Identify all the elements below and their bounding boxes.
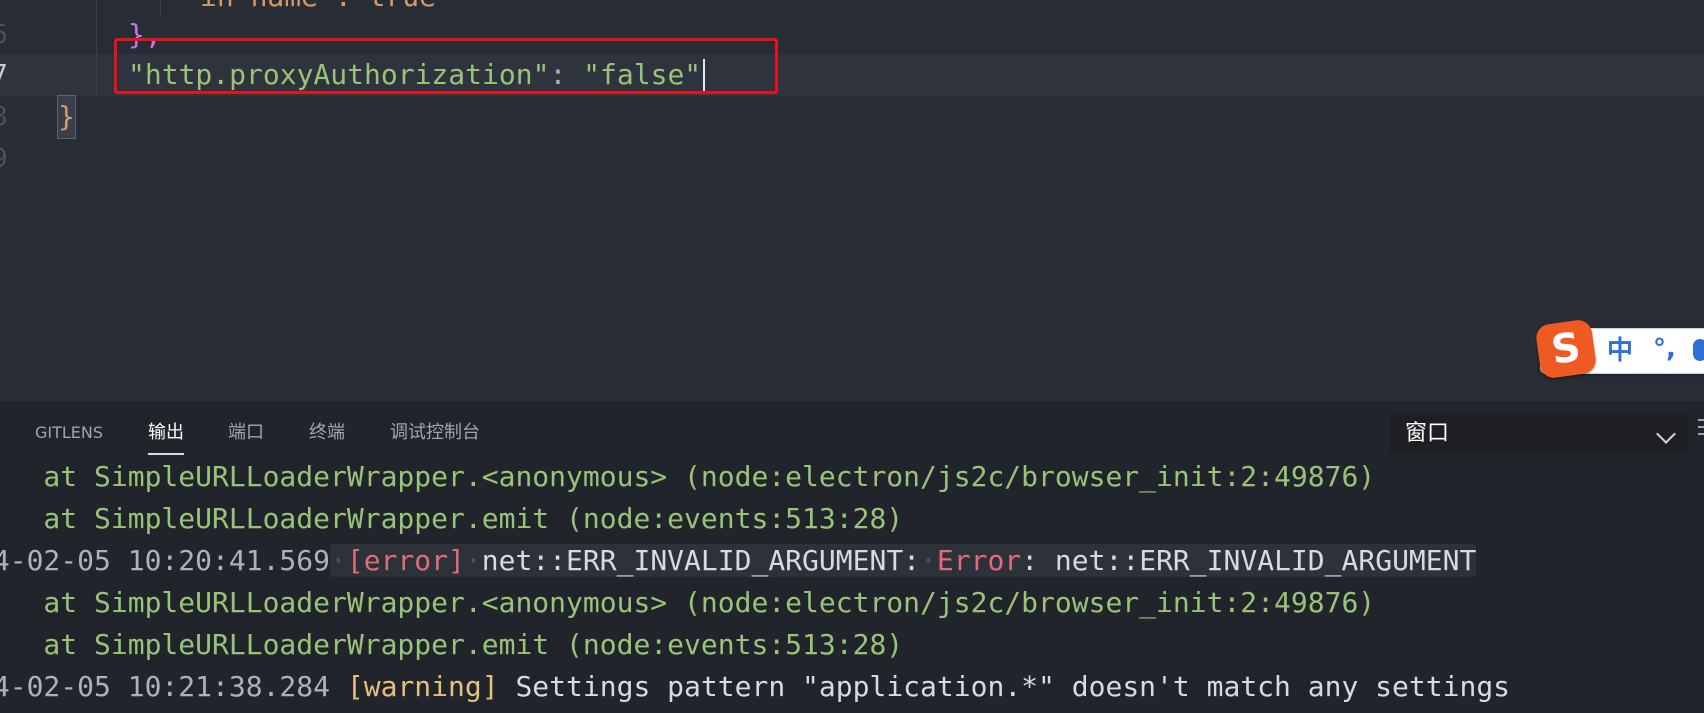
log-line: at SimpleURLLoaderWrapper.<anonymous> (n… [0,586,1376,619]
sogou-logo-icon[interactable]: S [1534,318,1598,380]
log-level-warning: [warning] [346,670,499,703]
closing-brace: }, [128,18,162,51]
log-timestamp: 24-02-05 10:20:41.569 [0,544,331,577]
log-line: at SimpleURLLoaderWrapper.emit (node:eve… [0,502,904,535]
tab-output[interactable]: 输出 [148,419,184,455]
code-setting-entry[interactable]: "http.proxyAuthorization": "false" [128,54,706,96]
vscode-window: in-name : true 6 }, 7 "http.proxyAuthori… [0,0,1704,713]
log-message: net::ERR_INVALID_ARGUMENT: [481,544,921,577]
line-number: 8 [0,96,12,138]
code-editor[interactable]: in-name : true 6 }, 7 "http.proxyAuthori… [0,0,1704,402]
output-channel-value: 窗口 [1405,421,1450,446]
panel-tab-bar: GITLENS 输出 端口 终端 调试控制台 窗口 [0,403,1704,457]
ime-mode-toggle[interactable]: 中 [1607,335,1633,367]
text-caret [703,59,706,93]
ime-punctuation-toggle[interactable]: °, [1653,333,1676,365]
code-line-6: 6 }, [0,14,1704,56]
setting-key: "http.proxyAuthorization" [128,58,550,91]
log-timestamp: 24-02-05 10:21:38.284 [0,670,331,703]
line-number: 9 [0,138,12,180]
log-error-word: Error [936,544,1022,577]
tab-terminal[interactable]: 终端 [309,419,345,447]
tab-ports[interactable]: 端口 [228,419,264,447]
setting-value: "false" [583,58,702,91]
menu-lines-icon[interactable] [1698,419,1704,439]
line-number: 6 [0,14,12,56]
output-channel-select[interactable]: 窗口 [1390,414,1688,454]
log-message-tail: : net::ERR_INVALID_ARGUMENT [1021,544,1477,577]
bottom-panel: GITLENS 输出 端口 终端 调试控制台 窗口 at SimpleURLLo… [0,402,1704,713]
log-level-error: [error] [346,544,465,577]
code-line-9: 9 [0,138,1704,180]
root-closing-brace: } [57,95,76,139]
log-line: at SimpleURLLoaderWrapper.emit (node:eve… [0,628,904,661]
tab-gitlens[interactable]: GITLENS [35,419,103,447]
tab-debug-console[interactable]: 调试控制台 [390,419,480,447]
code-line-8: 8 } [0,95,1704,139]
log-line: at SimpleURLLoaderWrapper.<anonymous> (n… [0,460,1376,493]
log-line-warning: 24-02-05 10:21:38.284 [warning] Settings… [0,667,1510,707]
log-line-error: 24-02-05 10:20:41.569·[error]·net::ERR_I… [0,541,1477,581]
code-line-7: 7 "http.proxyAuthorization": "false" [0,54,1704,96]
microphone-icon[interactable] [1693,339,1704,361]
line-number: 7 [0,54,12,96]
log-message: Settings pattern "application.*" doesn't… [515,670,1511,703]
colon: : [549,58,584,91]
chevron-down-icon [1656,424,1676,444]
